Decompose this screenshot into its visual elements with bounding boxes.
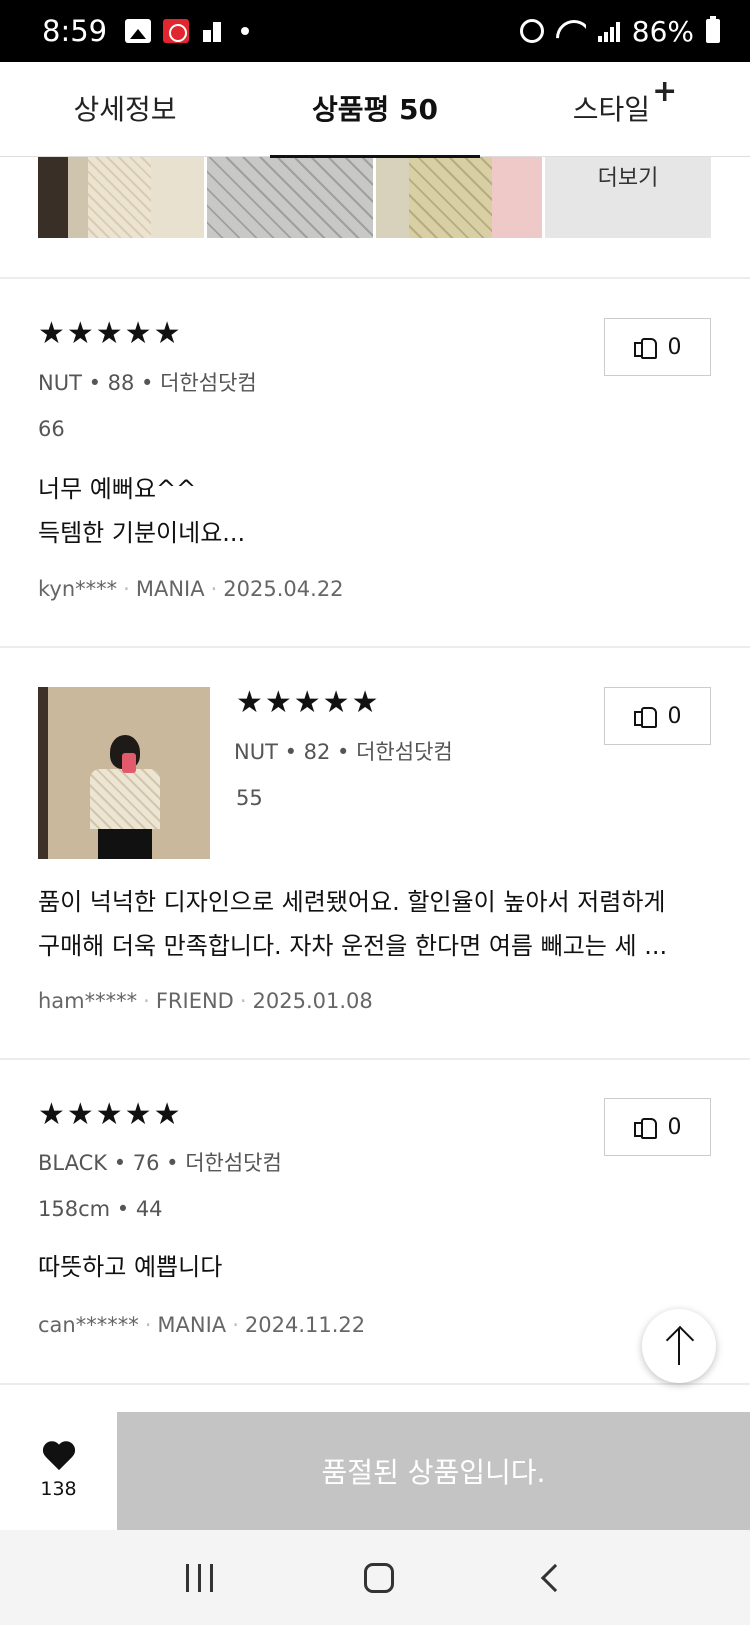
separator-dot: · bbox=[232, 1313, 239, 1337]
photo-person bbox=[90, 735, 160, 859]
divider bbox=[0, 1383, 750, 1385]
review-item: ★★★★★ 0 NUT • 88 • 더한섬닷컴 66 너무 예뻐요^^ 득템한… bbox=[38, 277, 711, 647]
like-count: 0 bbox=[667, 703, 682, 729]
review-text-line: 품이 넉넉한 디자인으로 세련됐어요. 할인율이 높아서 저렴하게 bbox=[38, 888, 666, 916]
review-rating-stars: ★★★★★ bbox=[38, 1097, 183, 1132]
more-notifications-icon bbox=[241, 27, 250, 35]
app-notification-icon bbox=[163, 19, 190, 43]
thumbs-up-icon bbox=[633, 706, 657, 728]
thumbs-up-icon bbox=[633, 337, 657, 359]
heart-icon bbox=[42, 1442, 76, 1472]
photo-phone bbox=[122, 753, 136, 773]
signal-icon bbox=[597, 20, 620, 42]
back-icon[interactable] bbox=[540, 1563, 569, 1592]
review-footer: can****** · MANIA · 2024.11.22 bbox=[38, 1313, 365, 1337]
review-photo-thumbnail[interactable] bbox=[38, 156, 204, 238]
review-footer: ham***** · FRIEND · 2025.01.08 bbox=[38, 989, 373, 1013]
wishlist-count: 138 bbox=[40, 1478, 77, 1500]
review-text[interactable]: 따뜻하고 예쁩니다 bbox=[38, 1245, 222, 1289]
battery-icon bbox=[706, 16, 720, 43]
review-photo[interactable] bbox=[38, 687, 210, 859]
product-tabs: 상세정보 상품평 50 스타일+ bbox=[0, 62, 750, 158]
review-date: 2025.01.08 bbox=[252, 989, 373, 1013]
thumbs-up-icon bbox=[633, 1117, 657, 1139]
like-count: 0 bbox=[667, 1114, 682, 1140]
wifi-icon bbox=[556, 20, 586, 42]
review-user: ham***** bbox=[38, 989, 138, 1013]
like-button[interactable]: 0 bbox=[604, 1098, 711, 1156]
bottom-action-bar: 138 품절된 상품입니다. bbox=[0, 1412, 750, 1530]
tab-details-label: 상세정보 bbox=[73, 92, 177, 126]
review-user: kyn**** bbox=[38, 577, 118, 601]
review-size: 158cm • 44 bbox=[38, 1197, 163, 1221]
review-text[interactable]: 품이 넉넉한 디자인으로 세련됐어요. 할인율이 높아서 저렴하게 구매해 더욱… bbox=[38, 880, 667, 968]
alarm-icon bbox=[519, 19, 544, 43]
separator-dot: · bbox=[144, 1313, 152, 1337]
gallery-notification-icon bbox=[125, 19, 152, 43]
review-text[interactable]: 너무 예뻐요^^ 득템한 기분이네요... bbox=[38, 467, 245, 555]
separator-dot: · bbox=[143, 989, 150, 1013]
review-item: ★★★★★ 0 BLACK • 76 • 더한섬닷컴 158cm • 44 따뜻… bbox=[38, 1058, 711, 1384]
review-grade: MANIA bbox=[157, 1313, 227, 1337]
tab-style[interactable]: 스타일+ bbox=[500, 62, 750, 157]
review-rating-stars: ★★★★★ bbox=[236, 685, 381, 720]
separator-dot: · bbox=[210, 577, 218, 601]
review-text-line: 따뜻하고 예쁩니다 bbox=[38, 1253, 223, 1281]
review-option-meta: BLACK • 76 • 더한섬닷컴 bbox=[38, 1151, 282, 1175]
more-photos-button[interactable]: 더보기 bbox=[545, 156, 711, 238]
like-button[interactable]: 0 bbox=[604, 687, 711, 745]
review-photo-strip: 더보기 bbox=[38, 156, 711, 238]
status-time: 8:59 bbox=[42, 14, 108, 48]
more-photos-label: 더보기 bbox=[597, 166, 659, 191]
recent-apps-icon[interactable] bbox=[185, 1563, 213, 1592]
review-option-meta: NUT • 88 • 더한섬닷컴 bbox=[38, 371, 257, 395]
tab-details[interactable]: 상세정보 bbox=[0, 62, 250, 157]
arrow-up-icon bbox=[664, 1327, 694, 1365]
like-count: 0 bbox=[667, 334, 682, 360]
tab-style-label: 스타일 bbox=[572, 92, 651, 126]
review-photo-thumbnail[interactable] bbox=[376, 156, 542, 238]
review-size: 66 bbox=[38, 417, 65, 441]
soldout-label: 품절된 상품입니다. bbox=[321, 1456, 546, 1489]
review-option-meta: NUT • 82 • 더한섬닷컴 bbox=[234, 740, 453, 764]
review-text-line: 너무 예뻐요^^ bbox=[38, 475, 197, 503]
tab-style-plus-icon: + bbox=[652, 73, 678, 109]
tab-reviews[interactable]: 상품평 50 bbox=[250, 62, 500, 158]
review-item: ★★★★★ 0 NUT • 82 • 더한섬닷컴 55 품이 넉넉한 디자인으로… bbox=[38, 646, 711, 1058]
review-date: 2025.04.22 bbox=[223, 577, 344, 601]
review-size: 55 bbox=[236, 786, 263, 810]
wishlist-button[interactable]: 138 bbox=[0, 1412, 117, 1530]
separator-dot: · bbox=[123, 577, 130, 601]
review-date: 2024.11.22 bbox=[244, 1313, 366, 1337]
review-text-line: 구매해 더욱 만족합니다. 자차 운전을 한다면 여름 빼고는 세 ... bbox=[38, 932, 668, 960]
scroll-to-top-button[interactable] bbox=[642, 1309, 716, 1383]
system-nav-bar bbox=[0, 1530, 750, 1625]
photo-detail bbox=[38, 687, 48, 859]
review-text-line: 득템한 기분이네요... bbox=[38, 519, 246, 547]
review-rating-stars: ★★★★★ bbox=[38, 316, 183, 351]
review-user: can****** bbox=[38, 1313, 139, 1337]
home-icon[interactable] bbox=[363, 1562, 394, 1593]
like-button[interactable]: 0 bbox=[604, 318, 711, 376]
photo-jacket bbox=[90, 769, 160, 829]
battery-percent: 86% bbox=[631, 14, 694, 48]
status-bar: 8:59 86% bbox=[0, 0, 750, 62]
photo-pants bbox=[98, 829, 152, 859]
review-grade: FRIEND bbox=[155, 989, 234, 1013]
separator-dot: · bbox=[239, 989, 247, 1013]
review-photo-thumbnail[interactable] bbox=[207, 156, 373, 238]
review-footer: kyn**** · MANIA · 2025.04.22 bbox=[38, 577, 344, 601]
tab-reviews-label: 상품평 50 bbox=[312, 92, 438, 126]
chart-notification-icon bbox=[201, 20, 223, 42]
review-grade: MANIA bbox=[135, 577, 205, 601]
soldout-button[interactable]: 품절된 상품입니다. bbox=[117, 1412, 750, 1530]
